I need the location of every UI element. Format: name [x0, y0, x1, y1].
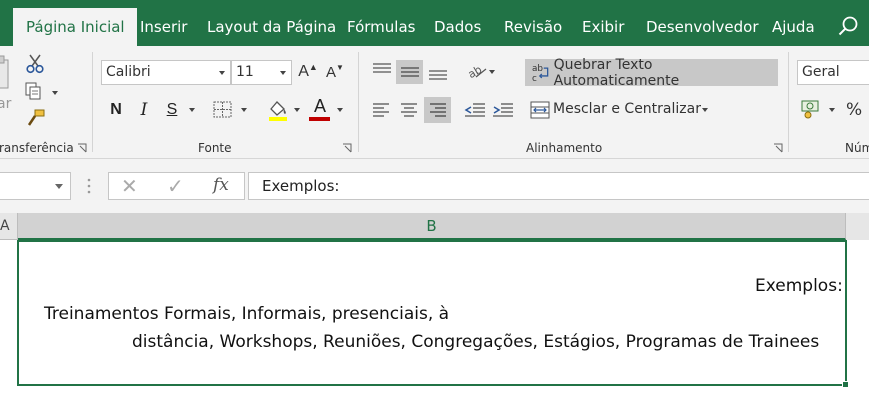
cell-text-line-3: distância, Workshops, Reuniões, Congrega…	[132, 332, 820, 352]
align-top-icon[interactable]	[371, 61, 393, 81]
align-left-icon[interactable]	[371, 100, 391, 120]
wrap-text-button[interactable]: ab c Quebrar Texto Automaticamente	[525, 56, 778, 89]
fill-color-icon[interactable]	[266, 98, 290, 122]
font-color-swatch	[309, 117, 330, 121]
tab-help[interactable]: Ajuda	[772, 10, 815, 46]
clipboard-group-label: ransferência	[0, 141, 74, 155]
ribbon: ar ransferência Calibri 11 A▲ A▼ N I S	[0, 46, 869, 159]
copy-dropdown-arrow[interactable]	[52, 91, 58, 95]
font-name-value: Calibri	[106, 64, 151, 80]
accounting-format-icon[interactable]	[800, 98, 824, 120]
chevron-down-icon[interactable]	[219, 71, 225, 75]
font-name-combo[interactable]: Calibri	[101, 60, 231, 85]
column-header-row: A B	[0, 213, 869, 240]
increase-font-letter: A	[298, 63, 309, 80]
tab-data[interactable]: Dados	[434, 10, 481, 46]
enter-icon[interactable]: ✓	[167, 174, 184, 198]
name-box[interactable]	[0, 172, 71, 200]
alignment-launcher-icon[interactable]	[773, 143, 783, 153]
tab-review[interactable]: Revisão	[504, 10, 562, 46]
borders-dropdown-arrow[interactable]	[241, 108, 247, 112]
decrease-font-letter: A	[326, 63, 337, 81]
group-separator	[358, 52, 359, 152]
italic-button[interactable]: I	[134, 98, 154, 122]
decrease-font-size-button[interactable]: A ▼	[325, 61, 345, 83]
font-launcher-icon[interactable]	[342, 143, 352, 153]
tab-view[interactable]: Exibir	[582, 10, 624, 46]
svg-text:c: c	[532, 73, 537, 82]
underline-button[interactable]: S	[161, 98, 183, 122]
ribbon-tab-bar: Página Inicial Inserir Layout da Página …	[0, 0, 869, 46]
tab-developer[interactable]: Desenvolvedor	[646, 10, 759, 46]
merge-center-icon[interactable]	[530, 100, 550, 120]
svg-text:ab: ab	[532, 64, 543, 74]
borders-icon[interactable]	[213, 101, 233, 119]
align-center-icon[interactable]	[399, 100, 419, 120]
increase-indent-icon[interactable]	[492, 100, 514, 120]
chevron-down-icon[interactable]	[280, 71, 286, 75]
column-header-a[interactable]: A	[0, 213, 18, 240]
formula-buttons: ✕ ✓ fx	[108, 172, 245, 200]
cancel-icon[interactable]: ✕	[121, 174, 138, 198]
chevron-down-icon[interactable]	[55, 184, 63, 189]
number-group-label: Núm	[845, 141, 869, 155]
column-header-empty	[846, 213, 869, 240]
number-format-combo[interactable]: Geral	[797, 60, 869, 85]
font-size-value: 11	[236, 64, 254, 80]
paste-icon[interactable]	[0, 54, 12, 94]
cut-icon[interactable]	[25, 54, 45, 74]
underline-dropdown-arrow[interactable]	[189, 108, 195, 112]
drag-handle-icon[interactable]	[87, 178, 91, 194]
decrease-indent-icon[interactable]	[464, 100, 486, 120]
font-size-combo[interactable]: 11	[231, 60, 292, 85]
format-painter-icon[interactable]	[26, 108, 46, 128]
insert-function-icon[interactable]: fx	[213, 175, 229, 195]
number-format-value: Geral	[802, 64, 840, 80]
wrap-text-icon: ab c	[532, 64, 549, 83]
orientation-dropdown-arrow[interactable]	[489, 70, 495, 74]
fill-color-dropdown-arrow[interactable]	[294, 108, 300, 112]
group-separator	[92, 52, 93, 152]
bold-button[interactable]: N	[104, 98, 128, 122]
tab-formulas[interactable]: Fórmulas	[347, 10, 415, 46]
tab-insert[interactable]: Inserir	[140, 10, 187, 46]
tab-page-layout[interactable]: Layout da Página	[207, 10, 336, 46]
clipboard-launcher-icon[interactable]	[77, 143, 87, 153]
group-separator	[788, 52, 789, 152]
cell-text-line-1: Exemplos:	[755, 276, 843, 296]
merge-dropdown-arrow[interactable]	[702, 108, 708, 112]
formula-bar: ✕ ✓ fx Exemplos:	[0, 159, 869, 213]
tab-home[interactable]: Página Inicial	[13, 8, 137, 46]
align-right-icon	[429, 103, 446, 117]
font-group-label: Fonte	[198, 141, 232, 155]
cell-text-line-2: Treinamentos Formais, Informais, presenc…	[44, 304, 450, 324]
worksheet-grid: Exemplos: Treinamentos Formais, Informai…	[0, 240, 869, 404]
wrap-text-label: Quebrar Texto Automaticamente	[553, 56, 680, 89]
orientation-icon[interactable]: ab	[466, 62, 488, 82]
paste-label[interactable]: ar	[0, 96, 11, 112]
alignment-group-label: Alinhamento	[526, 141, 603, 155]
font-color-button[interactable]: A	[309, 96, 331, 116]
copy-icon[interactable]	[25, 82, 47, 102]
accounting-dropdown-arrow[interactable]	[829, 108, 835, 112]
fill-handle[interactable]	[842, 381, 849, 388]
increase-font-size-button[interactable]: A ▲	[298, 61, 318, 83]
align-right-button[interactable]	[424, 97, 451, 123]
font-color-dropdown-arrow[interactable]	[337, 108, 343, 112]
column-header-b[interactable]: B	[18, 213, 846, 240]
align-middle-button[interactable]	[396, 60, 423, 84]
percent-button[interactable]: %	[846, 100, 862, 120]
align-middle-icon	[400, 67, 419, 77]
formula-input[interactable]: Exemplos:	[248, 172, 869, 200]
align-bottom-icon[interactable]	[427, 61, 449, 83]
search-icon[interactable]	[838, 15, 860, 37]
merge-center-label[interactable]: Mesclar e Centralizar	[553, 101, 701, 117]
